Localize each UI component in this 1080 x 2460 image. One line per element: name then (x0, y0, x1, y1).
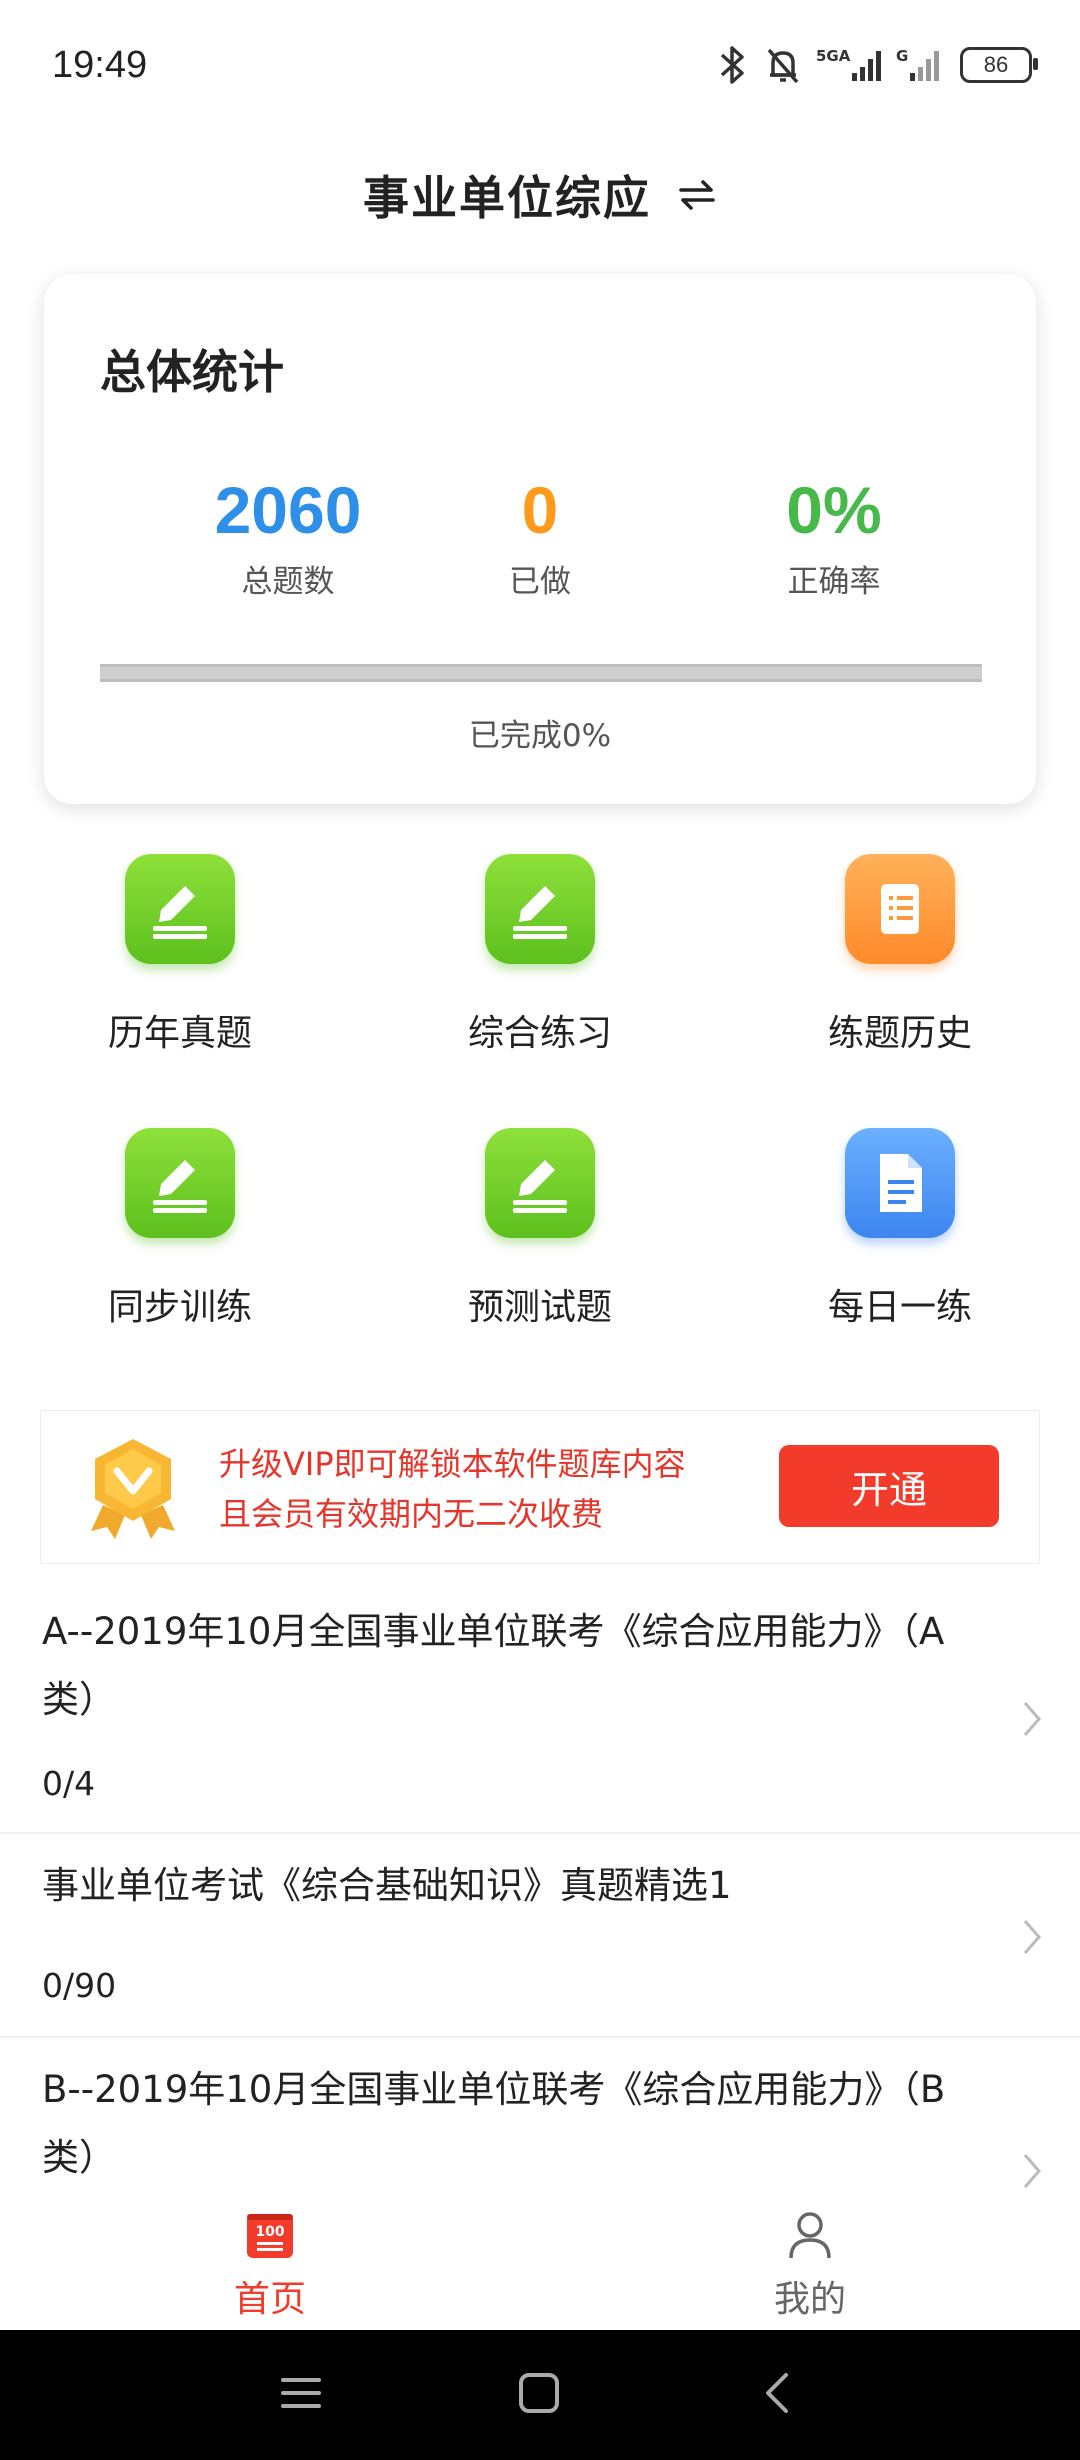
home-100-icon: 100 (247, 2214, 293, 2258)
card-title: 总体统计 (100, 345, 284, 399)
page-title[interactable]: 事业单位综应 (363, 162, 651, 228)
grid-item-practice-history[interactable]: 练题历史 (750, 854, 1050, 1056)
grid-label: 同步训练 (107, 1287, 252, 1328)
scroll-icon (845, 854, 955, 964)
back-icon[interactable] (756, 2370, 802, 2420)
menu-icon[interactable] (278, 2370, 324, 2420)
tab-home[interactable]: 100 首页 (170, 2210, 370, 2322)
chevron-right-icon (1022, 2152, 1042, 2194)
stat-done-value: 0 (521, 473, 559, 547)
system-nav-bar (0, 2330, 1080, 2460)
bluetooth-icon (716, 43, 750, 87)
list-item[interactable]: 事业单位考试《综合基础知识》真题精选1 0/90 (0, 1834, 1080, 2038)
signal-g-icon: G (896, 43, 946, 87)
pencil-icon (485, 854, 595, 964)
stat-accuracy: 0% 正确率 (684, 470, 984, 601)
list-item-title: 事业单位考试《综合基础知识》真题精选1 (42, 1864, 732, 1907)
pencil-icon (125, 854, 235, 964)
chevron-right-icon (1022, 1700, 1042, 1742)
signal-5g-icon: 5GA (816, 43, 882, 87)
grid-label: 每日一练 (827, 1287, 972, 1328)
status-bar: 19:49 5GA G 86 (0, 0, 1080, 130)
list-item-title: B--2019年10月全国事业单位联考《综合应用能力》（B类） (42, 2068, 946, 2179)
stat-done-label: 已做 (509, 564, 571, 600)
list-item-progress: 0/4 (42, 1764, 96, 1803)
mute-bell-icon (764, 43, 802, 87)
grid-label: 预测试题 (467, 1287, 612, 1328)
document-icon (845, 1128, 955, 1238)
pencil-icon (485, 1128, 595, 1238)
svg-text:5GA: 5GA (816, 47, 851, 65)
status-time: 19:49 (52, 44, 148, 86)
activate-vip-button[interactable]: 开通 (779, 1445, 999, 1527)
home-square-icon[interactable] (516, 2370, 562, 2420)
stat-accuracy-value: 0% (786, 473, 882, 547)
swap-arrows-icon[interactable] (677, 178, 717, 212)
grid-label: 练题历史 (827, 1013, 972, 1054)
stat-accuracy-label: 正确率 (787, 564, 881, 600)
grid-label: 历年真题 (107, 1013, 252, 1054)
vip-badge-icon (83, 1435, 183, 1543)
tab-home-label: 首页 (233, 2279, 306, 2320)
grid-item-sync-training[interactable]: 同步训练 (30, 1128, 330, 1330)
tab-mine-label: 我的 (773, 2279, 846, 2320)
overall-stats-card: 总体统计 2060 总题数 0 已做 0% 正确率 已完成0% (44, 274, 1036, 804)
list-item-progress: 0/90 (42, 1966, 117, 2005)
grid-item-past-exams[interactable]: 历年真题 (30, 854, 330, 1056)
progress-text: 已完成0% (468, 718, 612, 754)
svg-text:100: 100 (255, 2224, 284, 2240)
status-icons: 5GA G 86 (716, 40, 1038, 90)
tab-mine[interactable]: 我的 (710, 2210, 910, 2322)
vip-banner: 升级VIP即可解锁本软件题库内容 且会员有效期内无二次收费 开通 (40, 1410, 1040, 1564)
list-item-title: A--2019年10月全国事业单位联考《综合应用能力》（A类） (42, 1610, 945, 1721)
vip-text-line2: 且会员有效期内无二次收费 (219, 1495, 604, 1533)
vip-text: 升级VIP即可解锁本软件题库内容 且会员有效期内无二次收费 (219, 1439, 686, 1539)
grid-label: 综合练习 (467, 1013, 612, 1054)
vip-text-line1: 升级VIP即可解锁本软件题库内容 (219, 1445, 686, 1483)
list-item[interactable]: A--2019年10月全国事业单位联考《综合应用能力》（A类） 0/4 (0, 1580, 1080, 1834)
pencil-icon (125, 1128, 235, 1238)
bottom-tab-bar: 100 首页 我的 (0, 2200, 1080, 2330)
chevron-right-icon (1022, 1918, 1042, 1960)
grid-item-comprehensive-practice[interactable]: 综合练习 (390, 854, 690, 1056)
grid-item-predicted-questions[interactable]: 预测试题 (390, 1128, 690, 1330)
person-icon (789, 2212, 831, 2259)
stat-done: 0 已做 (390, 470, 690, 601)
battery-icon: 86 (960, 47, 1038, 83)
page-header[interactable]: 事业单位综应 (0, 130, 1080, 260)
svg-text:G: G (896, 47, 908, 65)
grid-item-daily-practice[interactable]: 每日一练 (750, 1128, 1050, 1330)
progress-bar (100, 664, 982, 682)
